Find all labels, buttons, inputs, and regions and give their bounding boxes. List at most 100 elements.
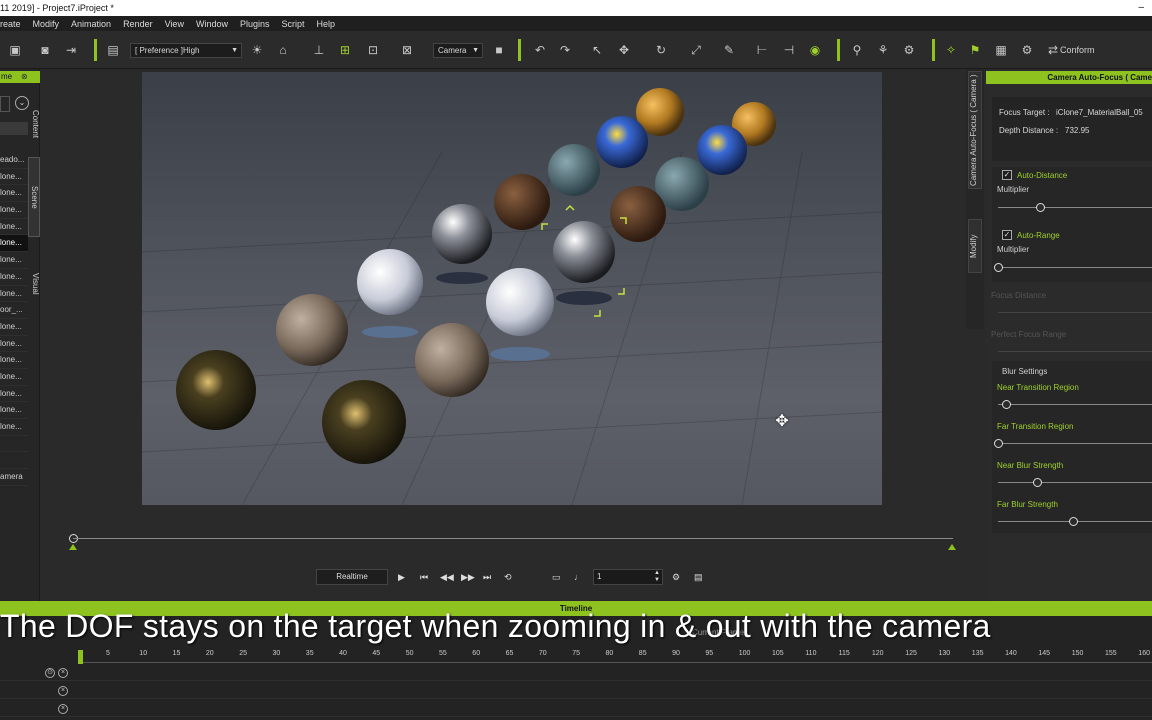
- tab-scene[interactable]: Scene: [28, 157, 40, 237]
- step-forward-icon[interactable]: ▶▶: [461, 570, 475, 584]
- list-item[interactable]: lone...: [0, 169, 28, 186]
- track-remove-icon[interactable]: ×: [58, 686, 68, 696]
- menu-help[interactable]: Help: [311, 19, 342, 29]
- list-item[interactable]: lone...: [0, 419, 28, 436]
- gear-icon[interactable]: ⚙: [672, 570, 680, 584]
- list-item[interactable]: lone...: [0, 352, 28, 369]
- menu-view[interactable]: View: [159, 19, 190, 29]
- list-item[interactable]: lone...: [0, 202, 28, 219]
- range-track[interactable]: [73, 538, 953, 539]
- align-right-icon[interactable]: ⊣: [782, 43, 796, 57]
- realtime-select[interactable]: Realtime: [316, 569, 388, 585]
- grid-icon[interactable]: ⊞: [338, 43, 352, 57]
- redo-icon[interactable]: ↷: [558, 43, 572, 57]
- minimize-button[interactable]: –: [1138, 0, 1144, 16]
- bone-icon[interactable]: ⚲: [850, 43, 864, 57]
- settings-icon[interactable]: ⚙: [1020, 43, 1034, 57]
- list-item[interactable]: lone...: [0, 219, 28, 236]
- step-back-icon[interactable]: ◀◀: [440, 570, 454, 584]
- list-item[interactable]: lone...: [0, 402, 28, 419]
- spinner-icon[interactable]: ▲ ▼: [654, 570, 660, 584]
- menu-window[interactable]: Window: [190, 19, 234, 29]
- list-item[interactable]: lone...: [0, 252, 28, 269]
- slider-knob[interactable]: [1035, 203, 1045, 212]
- list-item[interactable]: [0, 452, 28, 470]
- end-marker-icon[interactable]: [948, 544, 956, 550]
- search-field[interactable]: [0, 96, 10, 112]
- tab-visual[interactable]: Visual: [28, 249, 40, 319]
- pose-icon[interactable]: ✧: [944, 43, 958, 57]
- preference-select[interactable]: [ Preference ]High ▼: [130, 43, 242, 58]
- list-item[interactable]: lone...: [0, 386, 28, 403]
- filter-icon[interactable]: ⌄: [15, 96, 29, 110]
- near-transition-slider[interactable]: [998, 400, 1152, 409]
- render-icon[interactable]: ◙: [38, 43, 52, 57]
- subtitle-icon[interactable]: ▭: [552, 570, 561, 584]
- tab-modify[interactable]: Modify: [968, 219, 982, 273]
- play-icon[interactable]: ▶: [398, 570, 405, 584]
- menu-render[interactable]: Render: [117, 19, 159, 29]
- move-icon[interactable]: ✥: [617, 43, 631, 57]
- save-icon[interactable]: ▣: [8, 43, 22, 57]
- track-settings-icon[interactable]: ⊙: [45, 668, 55, 678]
- home-icon[interactable]: ⌂: [276, 43, 290, 57]
- loop-icon[interactable]: ⟲: [504, 570, 512, 584]
- menu-plugins[interactable]: Plugins: [234, 19, 276, 29]
- track-row[interactable]: ×: [0, 684, 1152, 699]
- go-start-icon[interactable]: ⏮: [420, 570, 428, 584]
- auto-range-checkbox[interactable]: ✓: [1002, 230, 1012, 240]
- list-item[interactable]: lone...: [0, 269, 28, 286]
- tab-content[interactable]: Content: [28, 94, 40, 154]
- far-transition-slider[interactable]: [994, 439, 1152, 448]
- list-item[interactable]: lone...: [0, 336, 28, 353]
- light-icon[interactable]: ☀: [250, 43, 264, 57]
- export-list-icon[interactable]: ▦: [994, 43, 1008, 57]
- rotate-icon[interactable]: ↻: [654, 43, 668, 57]
- auto-distance-checkbox[interactable]: ✓: [1002, 170, 1012, 180]
- near-blur-strength-slider[interactable]: [998, 478, 1152, 487]
- list-item[interactable]: lone...: [0, 369, 28, 386]
- render-viewport[interactable]: [142, 72, 882, 505]
- undo-icon[interactable]: ↶: [533, 43, 547, 57]
- select-arrow-icon[interactable]: ↖: [590, 43, 604, 57]
- conform-icon[interactable]: ⇄: [1046, 43, 1060, 57]
- frame-all-icon[interactable]: ⊠: [400, 43, 414, 57]
- start-marker-icon[interactable]: [69, 544, 77, 550]
- flag-icon[interactable]: ⚑: [968, 43, 982, 57]
- paint-icon[interactable]: ✎: [722, 43, 736, 57]
- frame-object-icon[interactable]: ⊡: [366, 43, 380, 57]
- eye-icon[interactable]: ◉: [808, 43, 822, 57]
- list-item[interactable]: lone...: [0, 185, 28, 203]
- frame-input[interactable]: 1 ▲ ▼: [593, 569, 663, 585]
- network-icon[interactable]: ⚙: [902, 43, 916, 57]
- scale-icon[interactable]: ⤢: [689, 43, 703, 57]
- conform-button[interactable]: Conform: [1060, 42, 1095, 58]
- slider-knob[interactable]: [994, 439, 1003, 448]
- tab-camera-auto-focus[interactable]: Camera Auto-Focus ( Camera ): [968, 71, 982, 189]
- close-icon[interactable]: ⊗: [21, 71, 28, 83]
- list-item[interactable]: [0, 436, 28, 453]
- ik-icon[interactable]: ⚘: [876, 43, 890, 57]
- menu-modify[interactable]: Modify: [27, 19, 66, 29]
- track-remove-icon[interactable]: ×: [58, 668, 68, 678]
- slider-knob[interactable]: [994, 263, 1003, 272]
- list-item[interactable]: lone...: [0, 319, 28, 336]
- timeline-cursor[interactable]: [78, 650, 83, 664]
- slider-knob[interactable]: [1032, 478, 1042, 487]
- track-row[interactable]: ×: [0, 702, 1152, 717]
- auto-distance-multiplier-slider[interactable]: [998, 203, 1152, 212]
- align-left-icon[interactable]: ⊢: [755, 43, 769, 57]
- track-remove-icon[interactable]: ×: [58, 704, 68, 714]
- far-blur-strength-slider[interactable]: [998, 517, 1152, 526]
- list-icon[interactable]: ▤: [694, 570, 703, 584]
- go-end-icon[interactable]: ⏭: [483, 570, 491, 584]
- list-item[interactable]: eado...: [0, 152, 28, 169]
- menu-create[interactable]: reate: [0, 19, 27, 29]
- slider-knob[interactable]: [1001, 400, 1011, 409]
- menu-script[interactable]: Script: [276, 19, 311, 29]
- video-camera-icon[interactable]: ■: [492, 43, 506, 57]
- music-note-icon[interactable]: ♩: [574, 570, 583, 584]
- track-row[interactable]: ⊙ ×: [0, 666, 1152, 681]
- timeline-ruler[interactable]: 5 10 15 20 25 30 35 40 45 50 55 60 65 70 75 80 85 90 95 100…: [78, 649, 1152, 663]
- export-icon[interactable]: ⇥: [64, 43, 78, 57]
